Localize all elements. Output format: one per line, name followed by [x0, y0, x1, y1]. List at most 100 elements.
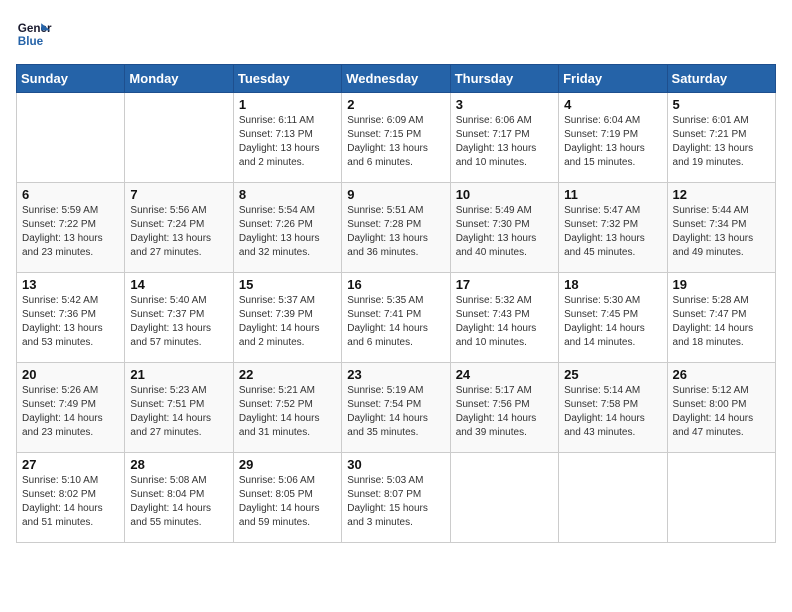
day-cell: 16 Sunrise: 5:35 AM Sunset: 7:41 PM Dayli… [342, 273, 450, 363]
day-info: Sunrise: 5:30 AM Sunset: 7:45 PM Dayligh… [564, 294, 661, 350]
day-number: 1 [239, 97, 336, 112]
day-cell: 2Sunrise: 6:09 AM Sunset: 7:15 PM Daylig… [342, 93, 450, 183]
day-number: 4 [564, 97, 661, 112]
day-info: Sunrise: 5:28 AM Sunset: 7:47 PM Dayligh… [673, 294, 770, 350]
day-number: 11 [564, 187, 661, 202]
day-cell: 15Sunrise: 5:37 AM Sunset: 7:39 PM Dayli… [233, 273, 341, 363]
day-cell [17, 93, 125, 183]
weekday-header-tuesday: Tuesday [233, 65, 341, 93]
day-info: Sunrise: 6:11 AM Sunset: 7:13 PM Dayligh… [239, 114, 336, 170]
day-cell: 24Sunrise: 5:17 AM Sunset: 7:56 PM Dayli… [450, 363, 558, 453]
weekday-header-thursday: Thursday [450, 65, 558, 93]
day-info: Sunrise: 6:01 AM Sunset: 7:21 PM Dayligh… [673, 114, 770, 170]
day-cell [450, 453, 558, 543]
day-number: 18 [564, 277, 661, 292]
day-number: 19 [673, 277, 770, 292]
day-info: Sunrise: 6:04 AM Sunset: 7:19 PM Dayligh… [564, 114, 661, 170]
day-number: 7 [130, 187, 227, 202]
day-info: Sunrise: 5:49 AM Sunset: 7:30 PM Dayligh… [456, 204, 553, 260]
day-info: Sunrise: 5:32 AM Sunset: 7:43 PM Dayligh… [456, 294, 553, 350]
day-cell: 17 Sunrise: 5:32 AM Sunset: 7:43 PM Dayli… [450, 273, 558, 363]
day-number: 17 [456, 277, 553, 292]
logo-icon: General Blue [16, 16, 52, 52]
day-number: 13 [22, 277, 119, 292]
day-info: Sunrise: 5:06 AM Sunset: 8:05 PM Dayligh… [239, 474, 336, 530]
day-info: Sunrise: 5:40 AM Sunset: 7:37 PM Dayligh… [130, 294, 227, 350]
day-number: 9 [347, 187, 444, 202]
day-info: Sunrise: 5:42 AM Sunset: 7:36 PM Dayligh… [22, 294, 119, 350]
day-number: 3 [456, 97, 553, 112]
day-cell: 18 Sunrise: 5:30 AM Sunset: 7:45 PM Dayli… [559, 273, 667, 363]
day-cell [559, 453, 667, 543]
day-info: Sunrise: 5:44 AM Sunset: 7:34 PM Dayligh… [673, 204, 770, 260]
day-number: 5 [673, 97, 770, 112]
day-info: Sunrise: 6:06 AM Sunset: 7:17 PM Dayligh… [456, 114, 553, 170]
day-number: 24 [456, 367, 553, 382]
day-cell: 8Sunrise: 5:54 AM Sunset: 7:26 PM Daylig… [233, 183, 341, 273]
day-cell [667, 453, 775, 543]
day-number: 10 [456, 187, 553, 202]
day-cell: 9 Sunrise: 5:51 AM Sunset: 7:28 PM Daylig… [342, 183, 450, 273]
day-info: Sunrise: 5:19 AM Sunset: 7:54 PM Dayligh… [347, 384, 444, 440]
day-info: Sunrise: 5:56 AM Sunset: 7:24 PM Dayligh… [130, 204, 227, 260]
day-cell: 1 Sunrise: 6:11 AM Sunset: 7:13 PM Daylig… [233, 93, 341, 183]
logo: General Blue [16, 16, 56, 52]
day-cell: 6 Sunrise: 5:59 AM Sunset: 7:22 PM Daylig… [17, 183, 125, 273]
day-number: 12 [673, 187, 770, 202]
day-info: Sunrise: 5:51 AM Sunset: 7:28 PM Dayligh… [347, 204, 444, 260]
day-cell: 27 Sunrise: 5:10 AM Sunset: 8:02 PM Dayli… [17, 453, 125, 543]
day-info: Sunrise: 5:08 AM Sunset: 8:04 PM Dayligh… [130, 474, 227, 530]
svg-text:Blue: Blue [18, 35, 44, 48]
day-number: 25 [564, 367, 661, 382]
weekday-header-friday: Friday [559, 65, 667, 93]
day-cell: 26 Sunrise: 5:12 AM Sunset: 8:00 PM Dayli… [667, 363, 775, 453]
day-info: Sunrise: 5:23 AM Sunset: 7:51 PM Dayligh… [130, 384, 227, 440]
day-cell: 10 Sunrise: 5:49 AM Sunset: 7:30 PM Dayli… [450, 183, 558, 273]
calendar-table: SundayMondayTuesdayWednesdayThursdayFrid… [16, 64, 776, 543]
day-info: Sunrise: 5:21 AM Sunset: 7:52 PM Dayligh… [239, 384, 336, 440]
day-cell: 28 Sunrise: 5:08 AM Sunset: 8:04 PM Dayli… [125, 453, 233, 543]
week-row-5: 27 Sunrise: 5:10 AM Sunset: 8:02 PM Dayli… [17, 453, 776, 543]
day-number: 27 [22, 457, 119, 472]
day-number: 28 [130, 457, 227, 472]
week-row-1: 1 Sunrise: 6:11 AM Sunset: 7:13 PM Daylig… [17, 93, 776, 183]
day-cell: 29 Sunrise: 5:06 AM Sunset: 8:05 PM Dayli… [233, 453, 341, 543]
week-row-4: 20 Sunrise: 5:26 AM Sunset: 7:49 PM Dayli… [17, 363, 776, 453]
weekday-header-monday: Monday [125, 65, 233, 93]
day-cell: 14Sunrise: 5:40 AM Sunset: 7:37 PM Dayli… [125, 273, 233, 363]
day-number: 22 [239, 367, 336, 382]
day-info: Sunrise: 5:26 AM Sunset: 7:49 PM Dayligh… [22, 384, 119, 440]
day-cell: 7 Sunrise: 5:56 AM Sunset: 7:24 PM Daylig… [125, 183, 233, 273]
day-cell: 3 Sunrise: 6:06 AM Sunset: 7:17 PM Daylig… [450, 93, 558, 183]
day-info: Sunrise: 5:10 AM Sunset: 8:02 PM Dayligh… [22, 474, 119, 530]
day-cell: 30 Sunrise: 5:03 AM Sunset: 8:07 PM Dayli… [342, 453, 450, 543]
week-row-2: 6 Sunrise: 5:59 AM Sunset: 7:22 PM Daylig… [17, 183, 776, 273]
day-cell: 25 Sunrise: 5:14 AM Sunset: 7:58 PM Dayli… [559, 363, 667, 453]
day-info: Sunrise: 5:59 AM Sunset: 7:22 PM Dayligh… [22, 204, 119, 260]
weekday-header-saturday: Saturday [667, 65, 775, 93]
day-number: 29 [239, 457, 336, 472]
day-cell: 20 Sunrise: 5:26 AM Sunset: 7:49 PM Dayli… [17, 363, 125, 453]
day-info: Sunrise: 5:35 AM Sunset: 7:41 PM Dayligh… [347, 294, 444, 350]
day-info: Sunrise: 5:37 AM Sunset: 7:39 PM Dayligh… [239, 294, 336, 350]
day-cell: 19 Sunrise: 5:28 AM Sunset: 7:47 PM Dayli… [667, 273, 775, 363]
day-cell: 13 Sunrise: 5:42 AM Sunset: 7:36 PM Dayli… [17, 273, 125, 363]
day-info: Sunrise: 5:47 AM Sunset: 7:32 PM Dayligh… [564, 204, 661, 260]
day-number: 20 [22, 367, 119, 382]
day-cell: 12 Sunrise: 5:44 AM Sunset: 7:34 PM Dayli… [667, 183, 775, 273]
day-cell: 4 Sunrise: 6:04 AM Sunset: 7:19 PM Daylig… [559, 93, 667, 183]
day-info: Sunrise: 5:54 AM Sunset: 7:26 PM Dayligh… [239, 204, 336, 260]
day-info: Sunrise: 5:12 AM Sunset: 8:00 PM Dayligh… [673, 384, 770, 440]
day-info: Sunrise: 5:03 AM Sunset: 8:07 PM Dayligh… [347, 474, 444, 530]
day-cell: 21 Sunrise: 5:23 AM Sunset: 7:51 PM Dayli… [125, 363, 233, 453]
day-number: 26 [673, 367, 770, 382]
day-number: 6 [22, 187, 119, 202]
day-info: Sunrise: 5:14 AM Sunset: 7:58 PM Dayligh… [564, 384, 661, 440]
day-info: Sunrise: 6:09 AM Sunset: 7:15 PM Dayligh… [347, 114, 444, 170]
day-number: 30 [347, 457, 444, 472]
day-number: 16 [347, 277, 444, 292]
week-row-3: 13 Sunrise: 5:42 AM Sunset: 7:36 PM Dayli… [17, 273, 776, 363]
day-number: 21 [130, 367, 227, 382]
weekday-header-row: SundayMondayTuesdayWednesdayThursdayFrid… [17, 65, 776, 93]
day-cell: 5 Sunrise: 6:01 AM Sunset: 7:21 PM Daylig… [667, 93, 775, 183]
